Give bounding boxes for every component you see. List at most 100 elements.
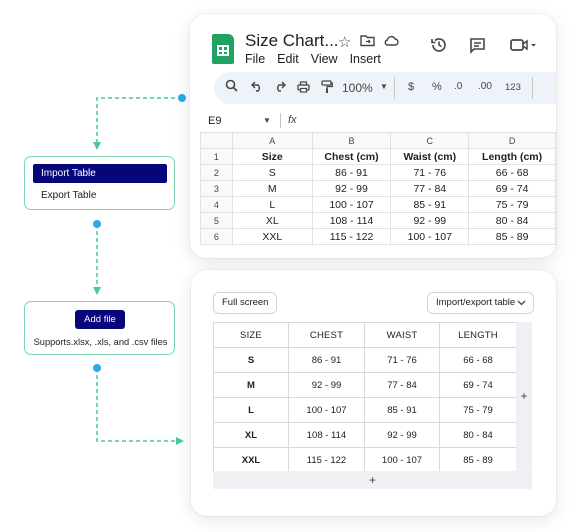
sheet-cell[interactable]: 77 - 84: [390, 180, 470, 197]
sheet-cell[interactable]: 85 - 91: [390, 196, 470, 213]
percent-format-button[interactable]: %: [432, 81, 442, 93]
sheet-cell[interactable]: M: [231, 180, 313, 197]
sheet-cell[interactable]: L: [231, 196, 313, 213]
export-table-option[interactable]: Export Table: [41, 190, 96, 201]
spreadsheet-grid: A B C D 1 Size Chest (cm) Waist (cm) Len…: [200, 132, 556, 245]
number-format-button[interactable]: 123: [505, 82, 521, 93]
row-number[interactable]: 3: [200, 180, 233, 197]
table-cell[interactable]: 86 - 91: [288, 347, 365, 373]
table-cell[interactable]: M: [213, 372, 289, 398]
print-icon[interactable]: [297, 81, 310, 96]
version-history-icon[interactable]: [430, 36, 448, 57]
table-cell[interactable]: 85 - 91: [364, 397, 440, 423]
menu-insert[interactable]: Insert: [350, 52, 381, 66]
sheet-cell[interactable]: 92 - 99: [390, 212, 470, 229]
row-number[interactable]: 1: [200, 148, 233, 165]
sheets-window: Size Chart... ☆ File Edit View Insert 10…: [190, 14, 556, 258]
zoom-caret-icon[interactable]: ▼: [380, 82, 388, 91]
header-length[interactable]: LENGTH: [439, 322, 517, 348]
import-table-option[interactable]: Import Table: [33, 164, 167, 183]
undo-icon[interactable]: [251, 81, 263, 95]
sheet-cell[interactable]: 75 - 79: [468, 196, 556, 213]
sheet-cell[interactable]: 108 - 114: [311, 212, 392, 229]
select-all-corner[interactable]: [200, 132, 233, 149]
table-cell[interactable]: 85 - 89: [439, 447, 517, 473]
toolbar-divider: [394, 77, 395, 99]
column-header-a[interactable]: A: [231, 132, 313, 149]
move-folder-icon[interactable]: [360, 34, 375, 50]
comments-icon[interactable]: [469, 37, 486, 57]
cloud-status-icon[interactable]: [383, 34, 399, 50]
row-number[interactable]: 2: [200, 164, 233, 181]
sheet-cell[interactable]: XXL: [231, 228, 313, 245]
row-number[interactable]: 5: [200, 212, 233, 229]
name-box-caret-icon[interactable]: ▼: [263, 116, 271, 125]
table-row: XL 108 - 114 92 - 99 80 - 84: [213, 422, 517, 448]
table-cell[interactable]: 80 - 84: [439, 422, 517, 448]
table-cell[interactable]: 115 - 122: [288, 447, 365, 473]
table-cell[interactable]: 71 - 76: [364, 347, 440, 373]
column-header-c[interactable]: C: [390, 132, 470, 149]
sheet-cell[interactable]: 71 - 76: [390, 164, 470, 181]
toolbar-divider: [532, 77, 533, 99]
document-title[interactable]: Size Chart...: [245, 31, 339, 51]
sheet-cell[interactable]: 85 - 89: [468, 228, 556, 245]
table-cell[interactable]: 66 - 68: [439, 347, 517, 373]
zoom-select[interactable]: 100%: [342, 81, 373, 95]
menu-bar: File Edit View Insert: [245, 52, 381, 66]
increase-decimal-button[interactable]: .00: [478, 81, 492, 92]
redo-icon[interactable]: [274, 81, 286, 95]
editor-table: SIZE CHEST WAIST LENGTH S 86 - 91 71 - 7…: [213, 322, 517, 473]
table-cell[interactable]: XXL: [213, 447, 289, 473]
sheet-cell[interactable]: 100 - 107: [390, 228, 470, 245]
sheet-cell[interactable]: 66 - 68: [468, 164, 556, 181]
header-waist[interactable]: WAIST: [364, 322, 440, 348]
table-cell[interactable]: 92 - 99: [288, 372, 365, 398]
table-cell[interactable]: 77 - 84: [364, 372, 440, 398]
sheet-cell[interactable]: XL: [231, 212, 313, 229]
table-cell[interactable]: XL: [213, 422, 289, 448]
star-icon[interactable]: ☆: [338, 35, 351, 50]
menu-edit[interactable]: Edit: [277, 52, 299, 66]
decrease-decimal-button[interactable]: .0: [454, 81, 462, 92]
name-box[interactable]: E9: [208, 115, 221, 127]
sheet-cell[interactable]: 80 - 84: [468, 212, 556, 229]
paint-format-icon[interactable]: [321, 80, 333, 97]
column-header-b[interactable]: B: [311, 132, 392, 149]
sheets-toolbar: 100% ▼ $ % .0 .00 123: [214, 72, 556, 104]
menu-view[interactable]: View: [311, 52, 338, 66]
add-row-button[interactable]: +: [213, 471, 532, 489]
header-chest[interactable]: CHEST: [288, 322, 365, 348]
table-cell[interactable]: 108 - 114: [288, 422, 365, 448]
sheet-cell[interactable]: Size: [231, 148, 313, 165]
add-file-button[interactable]: Add file: [75, 310, 125, 329]
sheet-cell[interactable]: 100 - 107: [311, 196, 392, 213]
sheet-cell[interactable]: Waist (cm): [390, 148, 470, 165]
row-number[interactable]: 6: [200, 228, 233, 245]
add-column-button[interactable]: +: [516, 322, 532, 471]
column-header-d[interactable]: D: [468, 132, 556, 149]
full-screen-button[interactable]: Full screen: [213, 292, 278, 314]
import-export-dropdown[interactable]: Import/export table: [427, 292, 534, 314]
sheet-cell[interactable]: Chest (cm): [311, 148, 392, 165]
row-number[interactable]: 4: [200, 196, 233, 213]
table-cell[interactable]: 100 - 107: [288, 397, 365, 423]
sheet-cell[interactable]: 69 - 74: [468, 180, 556, 197]
table-cell[interactable]: 100 - 107: [364, 447, 440, 473]
header-size[interactable]: SIZE: [213, 322, 289, 348]
table-cell[interactable]: S: [213, 347, 289, 373]
sheet-cell[interactable]: 92 - 99: [311, 180, 392, 197]
sheet-cell[interactable]: 86 - 91: [311, 164, 392, 181]
table-cell[interactable]: 75 - 79: [439, 397, 517, 423]
table-cell[interactable]: 69 - 74: [439, 372, 517, 398]
sheet-cell[interactable]: Length (cm): [468, 148, 556, 165]
table-cell[interactable]: L: [213, 397, 289, 423]
meet-video-icon[interactable]: [510, 38, 536, 55]
currency-format-button[interactable]: $: [408, 81, 414, 93]
search-menus-icon[interactable]: [225, 79, 238, 95]
sheet-cell[interactable]: 115 - 122: [311, 228, 392, 245]
sheet-cell[interactable]: S: [231, 164, 313, 181]
menu-file[interactable]: File: [245, 52, 265, 66]
function-icon: fx: [288, 114, 297, 126]
table-cell[interactable]: 92 - 99: [364, 422, 440, 448]
